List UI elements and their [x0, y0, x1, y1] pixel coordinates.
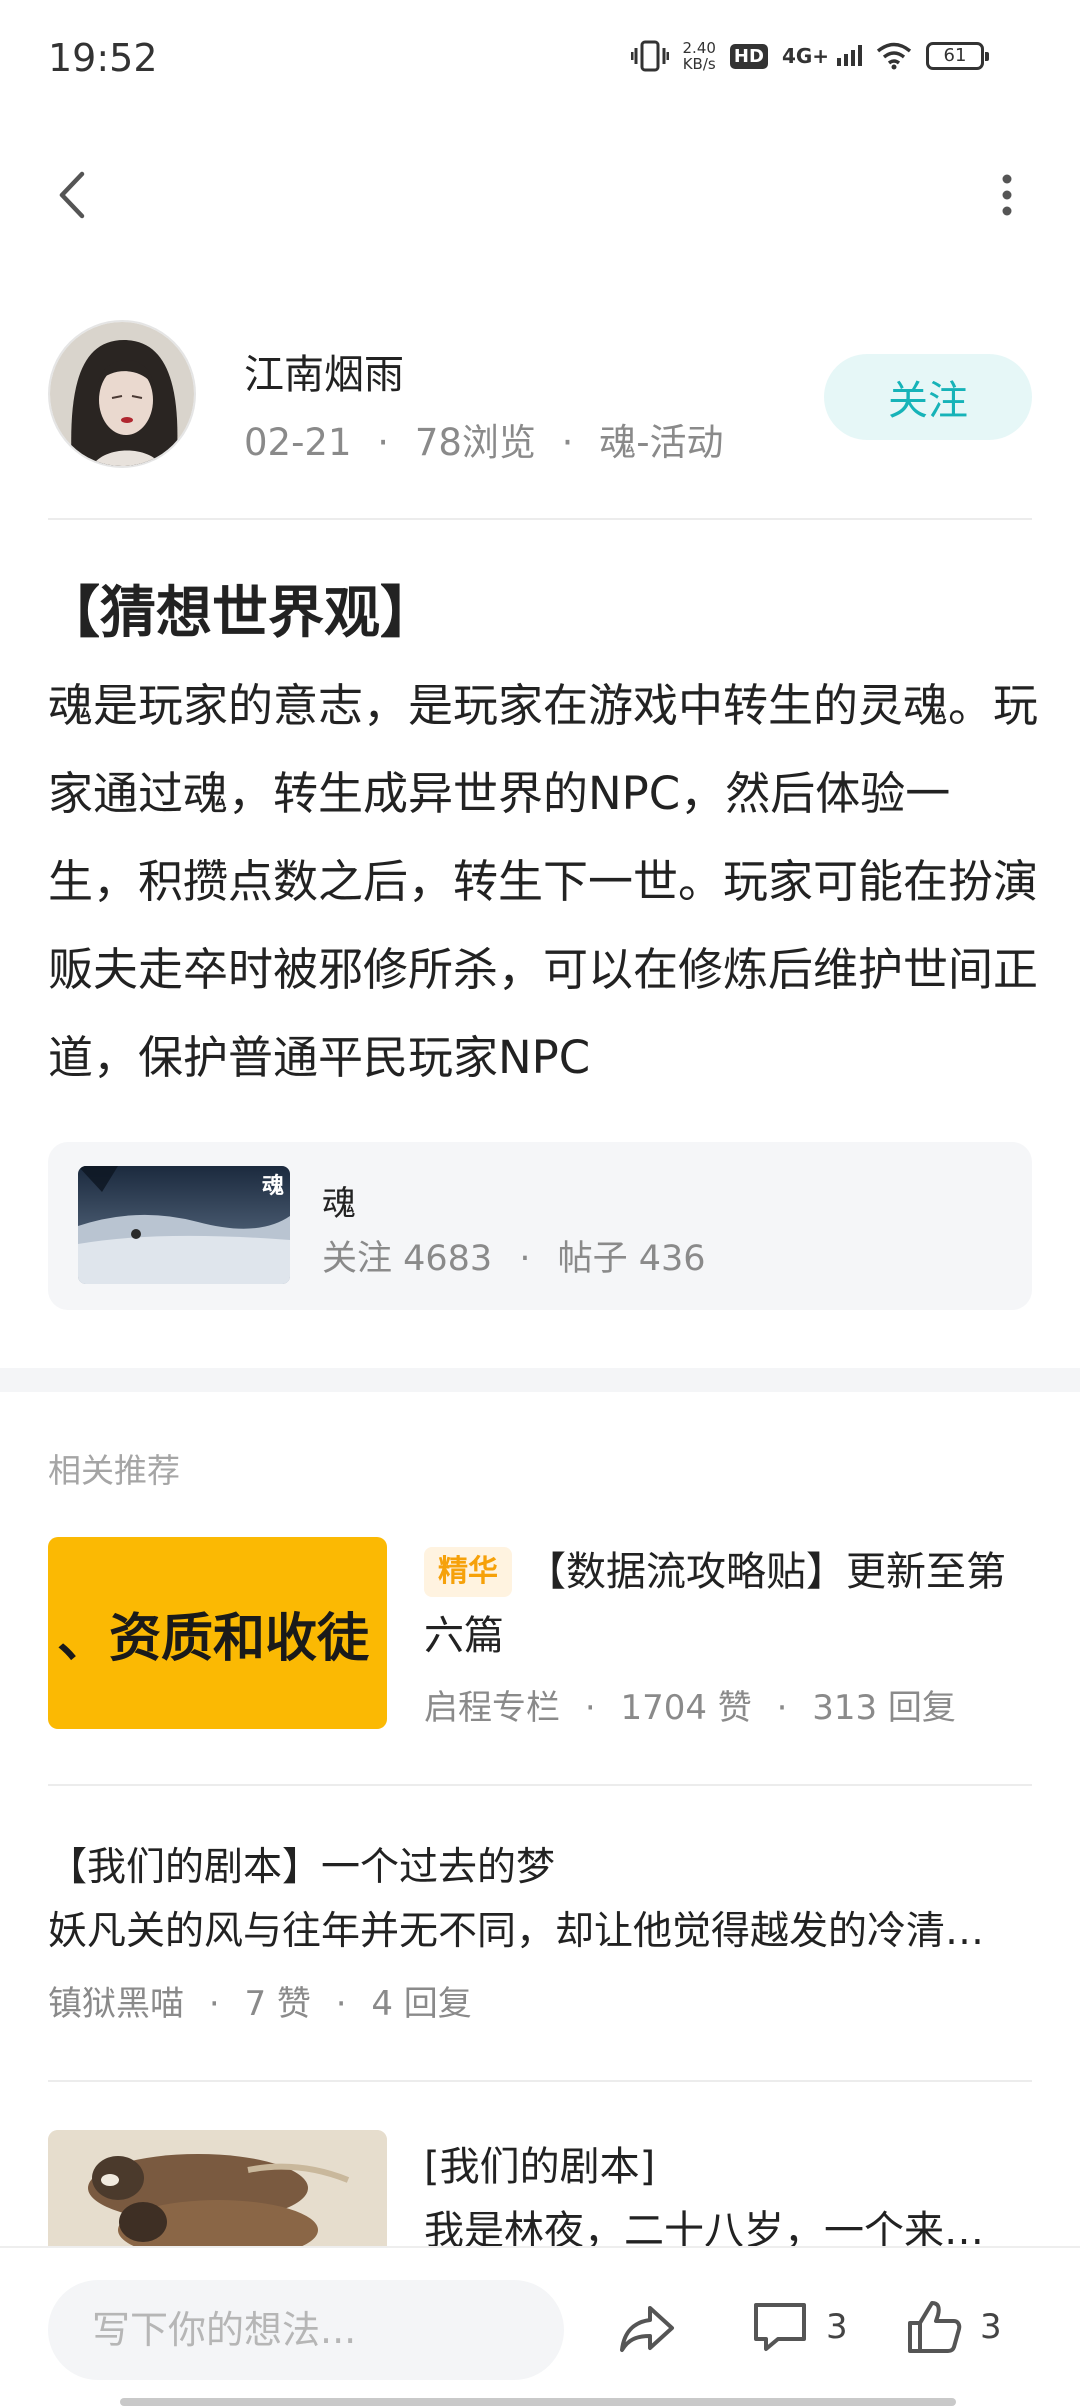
wifi-icon	[876, 42, 912, 70]
divider	[48, 2080, 1032, 2082]
share-icon	[620, 2306, 674, 2352]
meta-separator: ·	[208, 1984, 220, 2024]
topic-card[interactable]: 魂 魂 关注 4683 · 帖子 436	[48, 1142, 1032, 1310]
net-speed: 2.40 KB/s	[682, 39, 716, 73]
topic-thumbnail: 魂	[78, 1166, 290, 1284]
comment-button[interactable]: 3	[748, 2292, 848, 2362]
thumbs-up-icon	[908, 2301, 962, 2353]
status-bar: 19:52 2.40 KB/s HD 4G+ 61	[0, 0, 1080, 120]
comment-icon	[754, 2303, 806, 2351]
topic-logo: 魂	[261, 1173, 284, 1199]
related-replies: 313 回复	[812, 1688, 956, 1728]
post-meta: 02-21 · 78浏览 · 魂-活动	[244, 412, 724, 466]
status-time: 19:52	[48, 36, 158, 80]
more-button[interactable]	[972, 160, 1042, 230]
board-link[interactable]: 魂-活动	[599, 421, 723, 464]
post-body: 魂是玩家的意志，是玩家在游戏中转生的灵魂。玩家通过魂，转生成异世界的NPC，然后…	[48, 679, 1039, 1084]
related-thumbnail[interactable]: 、资质和收徒	[48, 1537, 387, 1729]
post-date: 02-21	[244, 421, 352, 464]
thumbnail-text: 、资质和收徒	[56, 1607, 369, 1669]
related-likes: 7 赞	[244, 1984, 311, 2024]
top-nav	[0, 140, 1080, 250]
author-row: 江南烟雨 02-21 · 78浏览 · 魂-活动 关注	[48, 320, 1032, 470]
status-icons: 2.40 KB/s HD 4G+ 61	[630, 39, 989, 73]
related-item-title[interactable]: 精华 【数据流攻略贴】更新至第六篇	[424, 1540, 1014, 1668]
share-button[interactable]	[612, 2292, 682, 2362]
like-count: 3	[980, 2307, 1002, 2347]
related-item-meta: 镇狱黑喵 · 7 赞 · 4 回复	[48, 1976, 472, 2025]
view-count: 78浏览	[414, 421, 536, 464]
topic-followers: 关注 4683	[322, 1239, 493, 1279]
related-replies: 4 回复	[371, 1984, 472, 2024]
back-button[interactable]	[40, 160, 110, 230]
meta-separator: ·	[377, 421, 390, 464]
related-item-summary[interactable]: 妖凡关的风与往年并无不同，却让他觉得越发的冷清寂寥	[48, 1900, 1012, 1956]
section-gap	[0, 1368, 1080, 1392]
gesture-bar	[620, 2398, 956, 2406]
meta-separator: ·	[561, 421, 574, 464]
comment-count: 3	[826, 2307, 848, 2347]
meta-separator: ·	[335, 1984, 347, 2024]
divider	[48, 518, 1032, 520]
related-item-title[interactable]: [我们的剧本]	[424, 2134, 655, 2192]
like-button[interactable]: 3	[902, 2292, 1002, 2362]
meta-separator: ·	[776, 1688, 788, 1728]
bottom-action-bar: 3 3	[0, 2246, 1080, 2408]
related-item-title[interactable]: 【我们的剧本】一个过去的梦	[48, 1836, 555, 1892]
more-vertical-icon	[1002, 174, 1012, 216]
related-likes: 1704 赞	[620, 1688, 752, 1728]
divider	[48, 1784, 1032, 1786]
follow-button[interactable]: 关注	[824, 354, 1032, 440]
featured-badge: 精华	[424, 1547, 512, 1597]
vibrate-icon	[630, 40, 669, 72]
avatar[interactable]	[48, 320, 196, 468]
topic-stats: 关注 4683 · 帖子 436	[322, 1230, 706, 1281]
related-author: 镇狱黑喵	[48, 1984, 184, 2024]
related-author: 启程专栏	[424, 1688, 560, 1728]
related-thumbnail[interactable]	[48, 2130, 387, 2250]
topic-name: 魂	[322, 1184, 356, 1224]
battery-icon: 61	[926, 42, 989, 70]
related-section-title: 相关推荐	[48, 1451, 180, 1490]
author-name[interactable]: 江南烟雨	[244, 342, 404, 400]
chevron-left-icon	[59, 171, 85, 219]
comment-input[interactable]	[48, 2280, 564, 2380]
signal-icon: 4G+	[782, 44, 862, 68]
related-item-meta: 启程专栏 · 1704 赞 · 313 回复	[424, 1680, 956, 1729]
hd-icon: HD	[729, 43, 768, 69]
meta-separator: ·	[519, 1239, 531, 1279]
meta-separator: ·	[584, 1688, 596, 1728]
topic-posts: 帖子 436	[557, 1239, 706, 1279]
post-title: 【猜想世界观】	[44, 581, 436, 646]
